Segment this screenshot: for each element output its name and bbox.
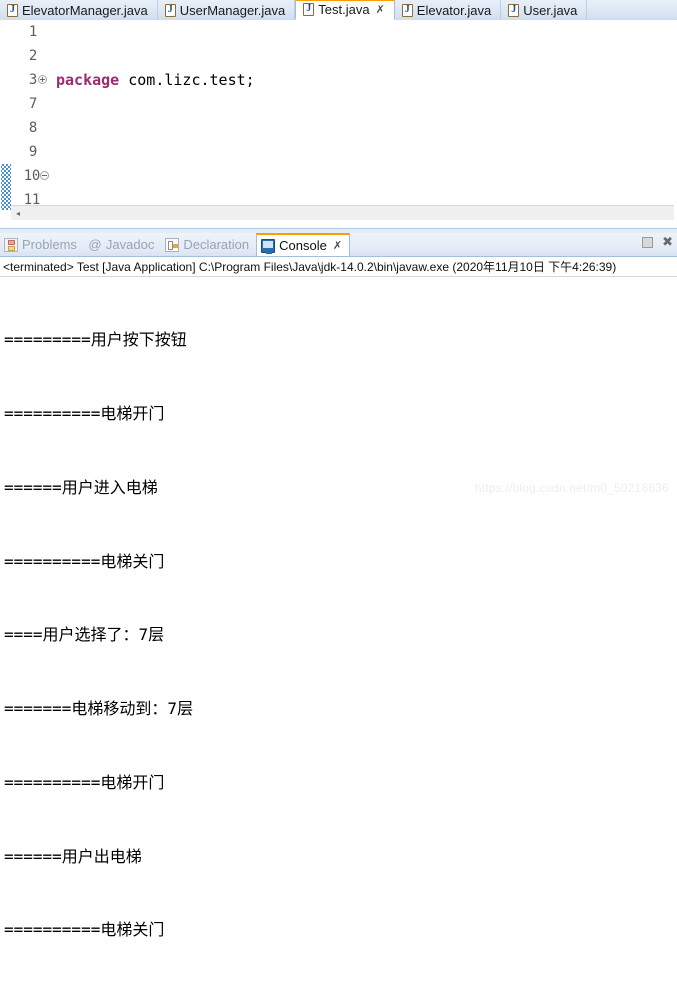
console-header-separator [0, 276, 677, 277]
at-sign-icon: @ [88, 236, 102, 252]
editor-tab-label: Elevator.java [416, 2, 492, 18]
line-number: 3 [28, 72, 37, 88]
java-file-icon [7, 3, 18, 17]
tab-javadoc[interactable]: @ Javadoc [84, 234, 161, 256]
console-output-line: ==========电梯关门 [4, 551, 165, 571]
line-number: 9 [28, 144, 37, 160]
editor-tab-bar: ElevatorManager.java UserManager.java Te… [0, 0, 677, 21]
java-file-icon [401, 3, 413, 17]
editor-tab-elevatormanager[interactable]: ElevatorManager.java [0, 0, 158, 20]
close-view-icon[interactable]: ✖ [662, 236, 673, 249]
code-text: com.lizc.test; [119, 71, 255, 89]
view-tab-label: Javadoc [105, 237, 155, 252]
console-view: Problems @ Javadoc Declaration Console ✗… [0, 233, 677, 939]
code-line: package com.lizc.test; [56, 68, 677, 92]
tab-console[interactable]: Console ✗ [256, 233, 351, 256]
console-output-line: ====用户选择了：7层 [4, 625, 165, 645]
watermark-text: https://blog.csdn.net/m0_50218636 [474, 481, 669, 495]
line-number: 1 [28, 24, 37, 40]
editor-horizontal-scrollbar[interactable]: ◂ [11, 205, 674, 220]
view-tab-label: Console [279, 238, 327, 253]
console-output-area[interactable]: =========用户按下按钮 ==========电梯开门 ======用户进… [4, 279, 677, 939]
editor-tab-label: User.java [523, 2, 578, 18]
minimize-view-button[interactable] [642, 237, 654, 248]
editor-tab-elevator[interactable]: Elevator.java [395, 0, 502, 20]
problems-icon [4, 237, 18, 252]
line-number: 10 [23, 168, 41, 184]
gutter-separator [51, 20, 52, 210]
code-editor[interactable]: 1 2 3 7 8 9 10 11 package com.lizc.test;… [0, 20, 677, 228]
view-tab-label: Problems [22, 237, 77, 252]
scrollbar-track[interactable] [25, 206, 674, 220]
line-number: 8 [28, 120, 37, 136]
editor-tab-label: Test.java [318, 2, 370, 17]
console-output-line: ==========电梯开门 [4, 403, 165, 423]
view-tab-bar: Problems @ Javadoc Declaration Console ✗… [0, 233, 677, 257]
console-output-line: =========用户按下按钮 [4, 330, 187, 350]
code-keyword: package [56, 71, 120, 89]
line-number: 2 [28, 48, 37, 64]
fold-collapse-icon[interactable] [40, 171, 49, 180]
view-tab-label: Declaration [183, 237, 250, 252]
editor-tab-usermanager[interactable]: UserManager.java [158, 0, 296, 20]
editor-tab-user[interactable]: User.java [501, 0, 588, 20]
close-icon[interactable]: ✗ [376, 3, 385, 16]
java-file-icon [508, 3, 520, 17]
view-toolbar: ✖ [642, 236, 673, 249]
java-file-icon [303, 2, 315, 16]
console-output-line: =======电梯移动到：7层 [4, 699, 194, 719]
tab-declaration[interactable]: Declaration [161, 234, 256, 256]
declaration-icon [165, 237, 180, 252]
line-number: 7 [28, 96, 37, 112]
scroll-left-arrow-icon[interactable]: ◂ [11, 206, 25, 220]
code-text-area[interactable]: package com.lizc.test; import com.lizc.b… [56, 20, 677, 228]
editor-tab-label: UserManager.java [179, 2, 286, 18]
line-number-gutter: 1 2 3 7 8 9 10 11 [11, 20, 51, 210]
editor-tab-label: ElevatorManager.java [22, 2, 148, 18]
tab-problems[interactable]: Problems [0, 234, 84, 256]
java-file-icon [164, 3, 176, 17]
editor-bottom-edge [0, 220, 677, 228]
fold-expand-icon[interactable] [38, 75, 47, 84]
process-status-line: <terminated> Test [Java Application] C:\… [3, 260, 617, 274]
console-output-line: ======用户出电梯 [4, 846, 142, 866]
console-output-line: ==========电梯开门 [4, 772, 165, 792]
console-output-line: ==========电梯关门 [4, 920, 165, 940]
changed-lines-marker [0, 164, 11, 210]
close-icon[interactable]: ✗ [333, 239, 342, 252]
editor-tab-test[interactable]: Test.java ✗ [295, 0, 395, 20]
console-monitor-icon [261, 238, 276, 254]
